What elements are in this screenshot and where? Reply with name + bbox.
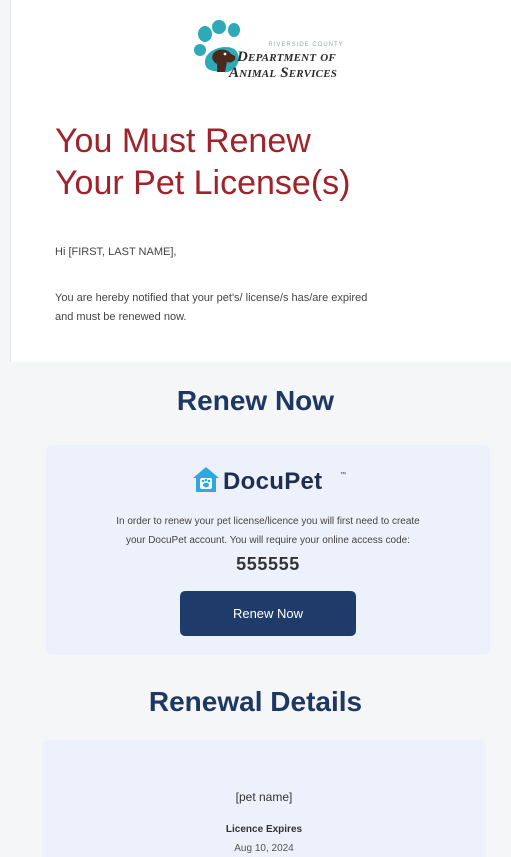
licence-expires-date: Aug 10, 2024 [234, 843, 294, 854]
logo-animal-services-text: Animal Services [229, 65, 338, 81]
email-page: RIVERSIDE COUNTY Department of Animal Se… [0, 0, 511, 857]
renew-now-button[interactable]: Renew Now [180, 591, 356, 636]
page-headline: You Must Renew Your Pet License(s) [55, 120, 475, 204]
notice-line-2: and must be renewed now. [55, 311, 187, 323]
docupet-logo: DocuPet ™ [191, 465, 351, 499]
logo-department-text: Department of [237, 49, 336, 65]
renewal-details-card: [pet name] Licence Expires Aug 10, 2024 [42, 740, 486, 857]
renewal-details-heading: Renewal Details [148, 686, 363, 717]
docupet-brand-text: DocuPet [223, 468, 323, 495]
instructions-line-1: In order to renew your pet license/licen… [116, 516, 420, 527]
renewal-instructions: In order to renew your pet license/licen… [62, 512, 474, 550]
docupet-trademark: ™ [340, 472, 346, 478]
headline-line-1: You Must Renew [55, 122, 311, 160]
department-logo: RIVERSIDE COUNTY Department of Animal Se… [191, 20, 361, 86]
notice-line-1: You are hereby notified that your pet's/… [55, 292, 368, 304]
expiry-notice: You are hereby notified that your pet's/… [55, 289, 485, 327]
licence-expires-label: Licence Expires [225, 824, 303, 835]
greeting-text: Hi [FIRST, LAST NAME], [55, 246, 177, 258]
renew-now-heading: Renew Now [176, 385, 335, 416]
house-pet-icon [193, 467, 219, 492]
docupet-card: DocuPet ™ In order to renew your pet lic… [46, 445, 490, 655]
access-code: 555555 [236, 554, 300, 574]
notice-card: RIVERSIDE COUNTY Department of Animal Se… [10, 0, 511, 362]
headline-line-2: Your Pet License(s) [55, 164, 351, 202]
pet-name: [pet name] [235, 790, 293, 804]
logo-county-text: RIVERSIDE COUNTY [268, 42, 344, 48]
instructions-line-2: your DocuPet account. You will require y… [125, 535, 411, 546]
